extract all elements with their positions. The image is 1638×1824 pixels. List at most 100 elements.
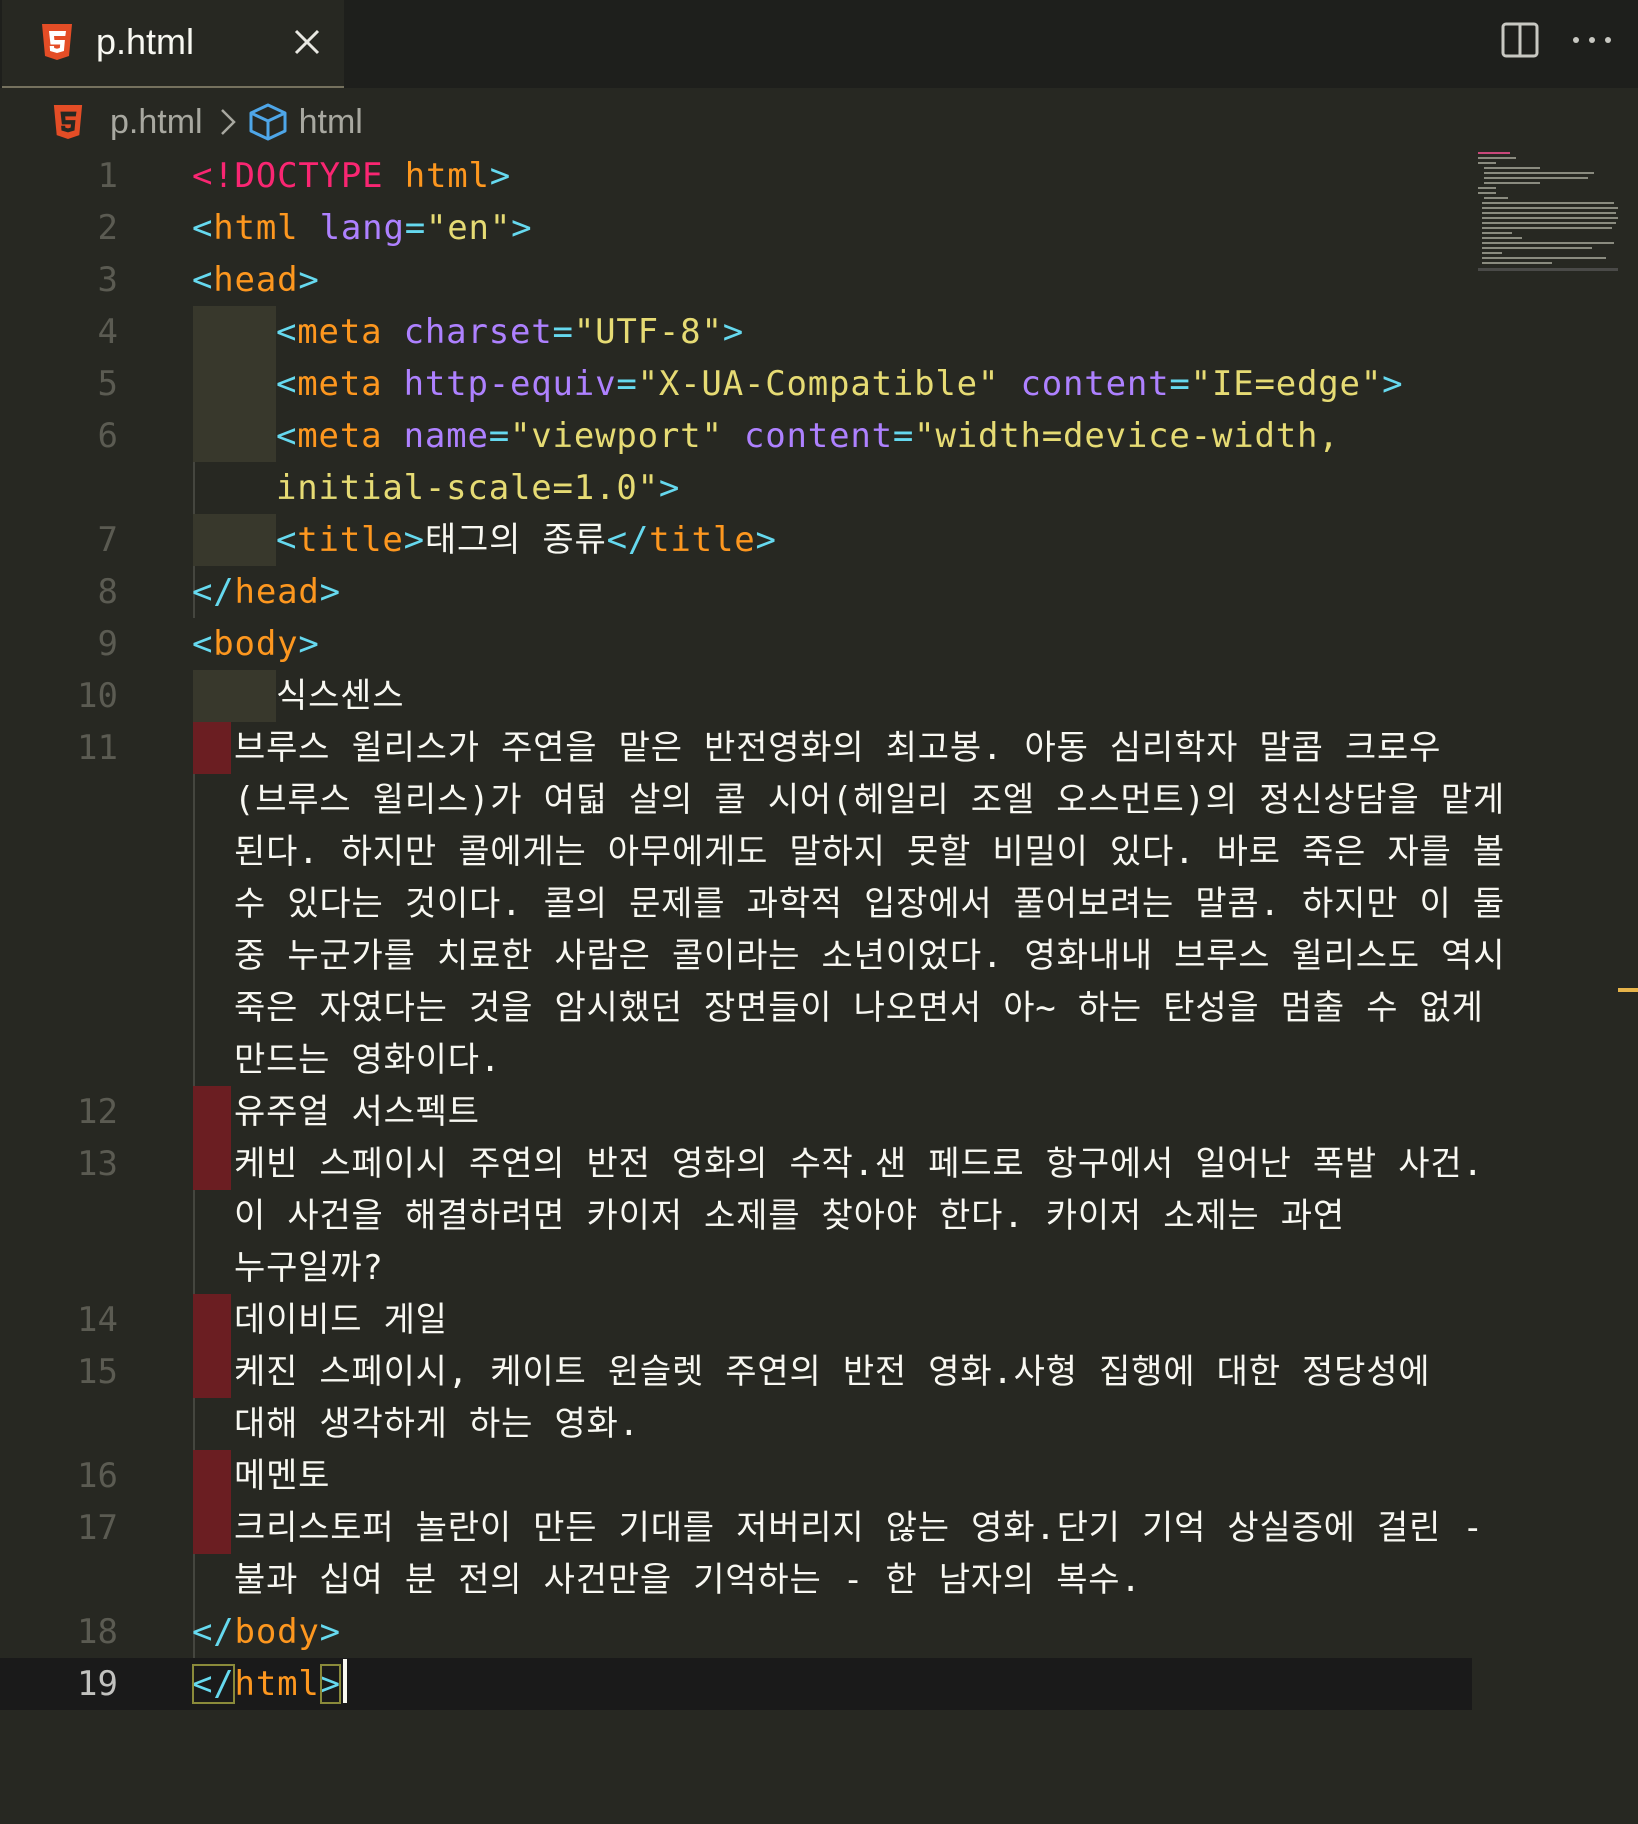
code-line: 10 식스센스 — [0, 670, 1638, 722]
code-line-wrap: 죽은 자였다는 것을 암시했던 장면들이 나오면서 아~ 하는 탄성을 멈출 수… — [0, 982, 1638, 1034]
code-line: 4 <meta charset="UTF-8"> — [0, 306, 1638, 358]
line-content: 케진 스페이시, 케이트 윈슬렛 주연의 반전 영화.사형 집행에 대한 정당성… — [234, 1352, 1431, 1392]
minimap[interactable] — [1478, 150, 1618, 274]
line-content: <title>태그의 종류</title> — [276, 520, 777, 560]
line-content: 식스센스 — [276, 676, 405, 716]
line-number: 11 — [77, 728, 118, 768]
line-content: <html lang="en"> — [192, 208, 533, 248]
html5-icon — [42, 24, 72, 60]
code-line: 14 데이비드 게일 — [0, 1294, 1638, 1346]
line-content: </head> — [192, 572, 341, 612]
line-content: 케빈 스페이시 주연의 반전 영화의 수작.샌 페드로 항구에서 일어난 폭발 … — [234, 1144, 1484, 1184]
breadcrumb: p.html html — [52, 98, 363, 146]
line-content: 메멘토 — [234, 1456, 331, 1496]
code-line-wrap: 이 사건을 해결하려면 카이저 소제를 찾아야 한다. 카이저 소제는 과연 — [0, 1190, 1638, 1242]
line-number: 3 — [97, 260, 118, 300]
code-line: 1 <!DOCTYPE html> — [0, 150, 1638, 202]
code-line: 9 <body> — [0, 618, 1638, 670]
indent-highlight — [193, 410, 276, 462]
line-content: <body> — [192, 624, 320, 664]
line-content: 수 있다는 것이다. 콜의 문제를 과학적 입장에서 풀어보려는 말콤. 하지만… — [234, 884, 1505, 924]
code-line-wrap: 불과 십여 분 전의 사건만을 기억하는 - 한 남자의 복수. — [0, 1554, 1638, 1606]
code-line: 15 케진 스페이시, 케이트 윈슬렛 주연의 반전 영화.사형 집행에 대한 … — [0, 1346, 1638, 1398]
line-number: 9 — [97, 624, 118, 664]
indent-error-marker — [193, 1138, 231, 1190]
code-line-wrap: 된다. 하지만 콜에게는 아무에게도 말하지 못할 비밀이 있다. 바로 죽은 … — [0, 826, 1638, 878]
code-line: 13 케빈 스페이시 주연의 반전 영화의 수작.샌 페드로 항구에서 일어난 … — [0, 1138, 1638, 1190]
chevron-right-icon — [220, 109, 236, 135]
line-number: 16 — [77, 1456, 118, 1496]
breadcrumb-file[interactable]: p.html — [110, 98, 203, 146]
line-number: 17 — [77, 1508, 118, 1548]
line-content: 브루스 윌리스가 주연을 맡은 반전영화의 최고봉. 아동 심리학자 말콤 크로… — [234, 728, 1442, 768]
line-content: <meta name="viewport" content="width=dev… — [276, 416, 1340, 456]
line-content: <meta charset="UTF-8"> — [276, 312, 744, 352]
more-actions-icon[interactable] — [1570, 20, 1614, 60]
editor-tab-p-html[interactable]: p.html — [2, 0, 344, 88]
line-content: 유주얼 서스펙트 — [234, 1092, 480, 1132]
indent-highlight — [193, 670, 276, 722]
indent-error-marker — [193, 1502, 231, 1554]
line-content: 대해 생각하게 하는 영화. — [234, 1404, 640, 1444]
line-number: 14 — [77, 1300, 118, 1340]
code-line-wrap: 대해 생각하게 하는 영화. — [0, 1398, 1638, 1450]
code-line-wrap: (브루스 윌리스)가 여덟 살의 콜 시어(헤일리 조엘 오스먼트)의 정신상담… — [0, 774, 1638, 826]
line-content: <!DOCTYPE html> — [192, 156, 512, 196]
line-content: 누구일까? — [234, 1248, 384, 1288]
breadcrumb-symbol[interactable]: html — [299, 98, 363, 146]
line-number: 1 — [97, 156, 118, 196]
split-editor-icon[interactable] — [1500, 20, 1540, 60]
code-line: 18 </body> — [0, 1606, 1638, 1658]
tab-bar: p.html — [0, 0, 1638, 88]
line-content: initial-scale=1.0"> — [276, 468, 681, 508]
code-line-wrap: 수 있다는 것이다. 콜의 문제를 과학적 입장에서 풀어보려는 말콤. 하지만… — [0, 878, 1638, 930]
indent-highlight — [193, 306, 276, 358]
code-line-wrap: 누구일까? — [0, 1242, 1638, 1294]
code-line-current: 19 </html> — [0, 1658, 1472, 1710]
line-content: 데이비드 게일 — [234, 1300, 448, 1340]
line-number: 15 — [77, 1352, 118, 1392]
code-line: 2 <html lang="en"> — [0, 202, 1638, 254]
line-content: 불과 십여 분 전의 사건만을 기억하는 - 한 남자의 복수. — [234, 1560, 1142, 1600]
indent-error-marker — [193, 1086, 231, 1138]
line-content: (브루스 윌리스)가 여덟 살의 콜 시어(헤일리 조엘 오스먼트)의 정신상담… — [234, 780, 1505, 820]
indent-error-marker — [193, 1346, 231, 1398]
line-content: 크리스토퍼 놀란이 만든 기대를 저버리지 않는 영화.단기 기억 상실증에 걸… — [234, 1508, 1484, 1548]
code-line: 17 크리스토퍼 놀란이 만든 기대를 저버리지 않는 영화.단기 기억 상실증… — [0, 1502, 1638, 1554]
code-line-wrap: initial-scale=1.0"> — [0, 462, 1638, 514]
line-number: 5 — [97, 364, 118, 404]
tab-filename: p.html — [96, 21, 195, 62]
line-number: 19 — [77, 1664, 118, 1704]
line-content: 이 사건을 해결하려면 카이저 소제를 찾아야 한다. 카이저 소제는 과연 — [234, 1196, 1345, 1236]
line-number: 8 — [97, 572, 118, 612]
code-line: 8 </head> — [0, 566, 1638, 618]
indent-error-marker — [193, 722, 231, 774]
line-content: <meta http-equiv="X-UA-Compatible" conte… — [276, 364, 1404, 404]
line-content: <head> — [192, 260, 320, 300]
code-line-wrap: 중 누군가를 치료한 사람은 콜이라는 소년이었다. 영화내내 브루스 윌리스도… — [0, 930, 1638, 982]
cube-icon — [249, 103, 287, 141]
indent-error-marker — [193, 1450, 231, 1502]
close-icon[interactable] — [292, 27, 322, 57]
line-content: 죽은 자였다는 것을 암시했던 장면들이 나오면서 아~ 하는 탄성을 멈출 수… — [234, 988, 1484, 1028]
code-line: 12 유주얼 서스펙트 — [0, 1086, 1638, 1138]
code-editor[interactable]: 1 <!DOCTYPE html> 2 <html lang="en"> 3 <… — [0, 150, 1638, 1824]
html5-icon — [53, 105, 83, 139]
code-line: 5 <meta http-equiv="X-UA-Compatible" con… — [0, 358, 1638, 410]
line-number: 12 — [77, 1092, 118, 1132]
line-content: 된다. 하지만 콜에게는 아무에게도 말하지 못할 비밀이 있다. 바로 죽은 … — [234, 832, 1505, 872]
line-number: 18 — [77, 1612, 118, 1652]
indent-highlight — [193, 514, 276, 566]
scrollbar-marker — [1618, 988, 1638, 992]
line-number: 4 — [97, 312, 118, 352]
code-line-wrap: 만드는 영화이다. — [0, 1034, 1638, 1086]
text-cursor — [342, 1659, 347, 1703]
code-line: 7 <title>태그의 종류</title> — [0, 514, 1638, 566]
code-line: 6 <meta name="viewport" content="width=d… — [0, 410, 1638, 462]
indent-highlight — [193, 358, 276, 410]
line-number: 10 — [77, 676, 118, 716]
line-content: </body> — [192, 1612, 341, 1652]
code-line: 16 메멘토 — [0, 1450, 1638, 1502]
line-content: 중 누군가를 치료한 사람은 콜이라는 소년이었다. 영화내내 브루스 윌리스도… — [234, 936, 1506, 976]
code-line: 3 <head> — [0, 254, 1638, 306]
